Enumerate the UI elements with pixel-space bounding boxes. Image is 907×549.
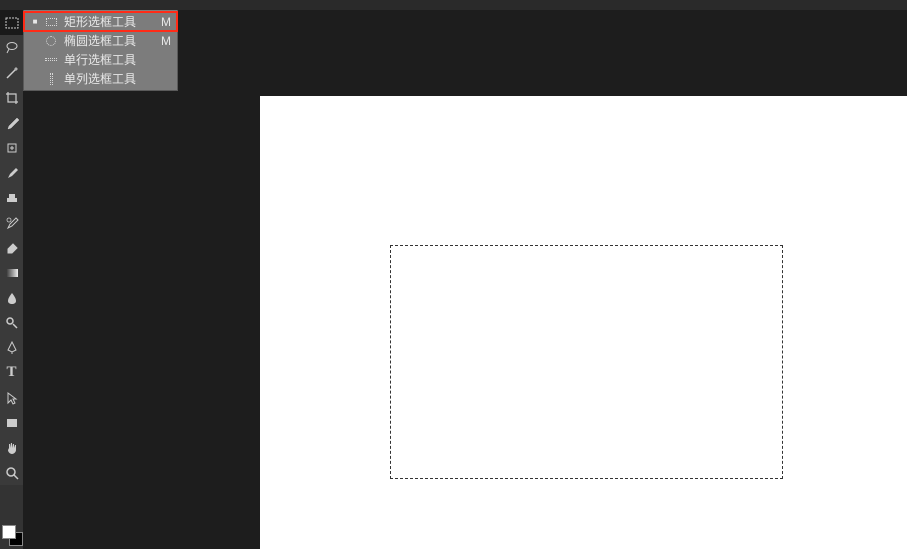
flyout-shortcut: M [157,15,171,29]
pen-tool[interactable] [0,335,23,360]
dodge-tool[interactable] [0,310,23,335]
crop-tool[interactable] [0,85,23,110]
gradient-tool[interactable] [0,260,23,285]
type-tool[interactable]: T [0,360,23,385]
flyout-label: 单行选框工具 [64,51,151,68]
blur-tool[interactable] [0,285,23,310]
lasso-tool[interactable] [0,35,23,60]
flyout-item-rectangular-marquee[interactable]: ■ 矩形选框工具 M [24,12,177,31]
brush-tool[interactable] [0,160,23,185]
magic-wand-tool[interactable] [0,60,23,85]
marquee-flyout-menu: ■ 矩形选框工具 M 椭圆选框工具 M 单行选框工具 单列选框工具 [23,10,178,91]
shape-tool[interactable] [0,410,23,435]
path-selection-tool[interactable] [0,385,23,410]
ellipse-marquee-icon [44,34,58,48]
color-swatches[interactable] [0,519,23,549]
flyout-label: 椭圆选框工具 [64,32,151,49]
flyout-item-single-row-marquee[interactable]: 单行选框工具 [24,50,177,69]
selection-marquee[interactable] [390,245,783,479]
healing-brush-tool[interactable] [0,135,23,160]
hand-tool[interactable] [0,435,23,460]
flyout-label: 单列选框工具 [64,70,151,87]
app-top-bar [0,0,907,10]
history-brush-tool[interactable] [0,210,23,235]
foreground-color-swatch[interactable] [2,525,16,539]
col-marquee-icon [44,72,58,86]
flyout-item-single-column-marquee[interactable]: 单列选框工具 [24,69,177,88]
marquee-tool[interactable] [0,10,23,35]
eraser-tool[interactable] [0,235,23,260]
clone-stamp-tool[interactable] [0,185,23,210]
flyout-label: 矩形选框工具 [64,13,151,30]
tool-palette: T [0,10,23,485]
active-marker-icon: ■ [32,17,38,26]
eyedropper-tool[interactable] [0,110,23,135]
zoom-tool[interactable] [0,460,23,485]
flyout-shortcut: M [157,34,171,48]
rect-marquee-icon [44,15,58,29]
row-marquee-icon [44,53,58,67]
flyout-item-elliptical-marquee[interactable]: 椭圆选框工具 M [24,31,177,50]
